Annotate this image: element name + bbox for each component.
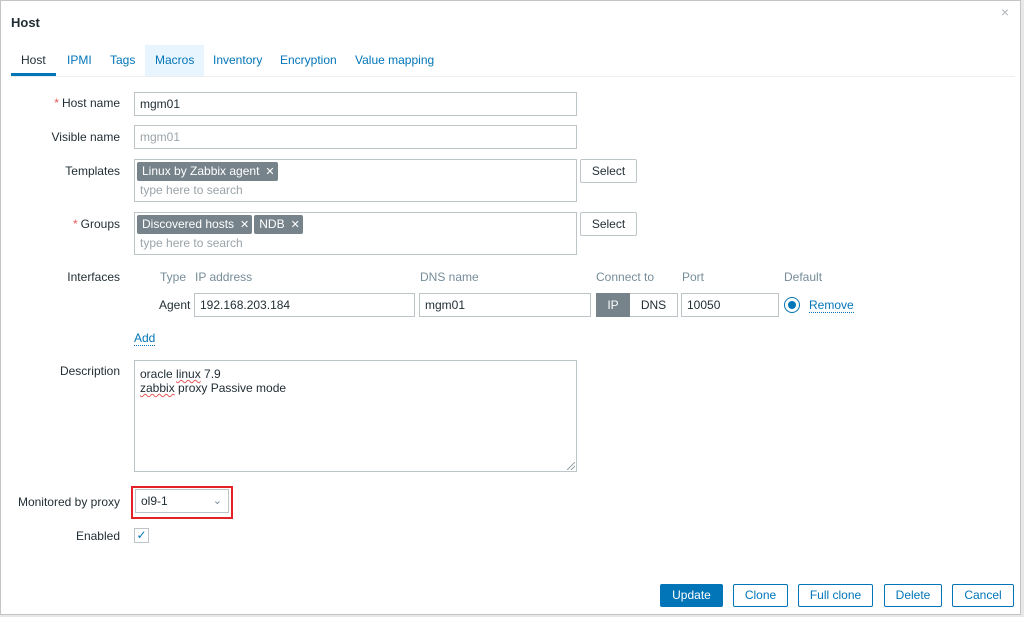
- host-name-input[interactable]: mgm01: [134, 92, 577, 116]
- col-connect-to: Connect to: [596, 270, 655, 284]
- tab-encryption[interactable]: Encryption: [270, 45, 347, 76]
- remove-interface-link[interactable]: Remove: [809, 298, 854, 313]
- templates-label: Templates: [65, 164, 120, 178]
- close-icon[interactable]: ×: [998, 5, 1012, 19]
- visible-name-input[interactable]: mgm01: [134, 125, 577, 149]
- connect-to-toggle: IP DNS: [596, 293, 678, 317]
- template-chip: Linux by Zabbix agent ✕: [137, 162, 278, 181]
- interface-ip-input[interactable]: 192.168.203.184: [194, 293, 415, 317]
- groups-select-button[interactable]: Select: [580, 212, 637, 236]
- interface-port-input[interactable]: 10050: [681, 293, 779, 317]
- cancel-button[interactable]: Cancel: [952, 584, 1014, 607]
- description-line-1: oracle linux 7.9: [140, 367, 221, 381]
- default-interface-radio[interactable]: [784, 297, 800, 313]
- enabled-label: Enabled: [75, 529, 120, 543]
- tab-tags[interactable]: Tags: [100, 45, 145, 76]
- groups-label: * Groups: [72, 217, 120, 231]
- connect-ip-button[interactable]: IP: [596, 293, 630, 317]
- tab-value-mapping[interactable]: Value mapping: [345, 45, 444, 76]
- host-dialog: Host × Host IPMI Tags Macros Inventory E…: [0, 0, 1021, 615]
- proxy-label: Monitored by proxy: [17, 495, 120, 509]
- group-chip: Discovered hosts ✕: [137, 215, 253, 235]
- connect-dns-button[interactable]: DNS: [630, 293, 678, 317]
- tab-ipmi[interactable]: IPMI: [57, 45, 102, 76]
- description-line-2: zabbix proxy Passive mode: [140, 381, 287, 395]
- tab-bar: Host IPMI Tags Macros Inventory Encrypti…: [11, 45, 1015, 77]
- add-interface-link[interactable]: Add: [134, 331, 156, 346]
- full-clone-button[interactable]: Full clone: [798, 584, 873, 607]
- remove-chip-icon[interactable]: ✕: [291, 216, 300, 235]
- interface-type: Agent: [159, 298, 191, 312]
- templates-search-input[interactable]: type here to search: [140, 183, 243, 197]
- col-port: Port: [682, 270, 705, 284]
- chevron-down-icon: ⌄: [212, 495, 222, 507]
- description-textarea[interactable]: oracle linux 7.9 zabbix proxy Passive mo…: [134, 360, 577, 472]
- update-button[interactable]: Update: [660, 584, 723, 607]
- delete-button[interactable]: Delete: [884, 584, 942, 607]
- interfaces-label: Interfaces: [67, 270, 120, 284]
- proxy-select[interactable]: ol9-1 ⌄: [135, 489, 229, 513]
- col-type: Type: [160, 270, 187, 284]
- interface-dns-input[interactable]: mgm01: [419, 293, 591, 317]
- description-label: Description: [59, 364, 120, 378]
- clone-button[interactable]: Clone: [733, 584, 788, 607]
- required-mark: *: [72, 217, 78, 231]
- tab-inventory[interactable]: Inventory: [203, 45, 272, 76]
- templates-multiselect[interactable]: Linux by Zabbix agent ✕ type here to sear…: [134, 159, 577, 202]
- host-name-label: * Host name: [54, 96, 120, 110]
- group-chip: NDB ✕: [254, 215, 303, 234]
- templates-select-button[interactable]: Select: [580, 159, 637, 183]
- tab-host[interactable]: Host: [11, 45, 56, 76]
- remove-chip-icon[interactable]: ✕: [265, 163, 274, 182]
- groups-chips: Discovered hosts ✕ NDB ✕: [137, 215, 305, 234]
- groups-multiselect[interactable]: Discovered hosts ✕ NDB ✕ type here to searc…: [134, 212, 577, 255]
- groups-search-input[interactable]: type here to search: [140, 236, 243, 250]
- dialog-title: Host: [11, 15, 40, 30]
- tab-macros[interactable]: Macros: [145, 45, 205, 76]
- col-dns-name: DNS name: [420, 270, 479, 284]
- col-default: Default: [784, 270, 823, 284]
- templates-chips: Linux by Zabbix agent ✕: [137, 162, 280, 181]
- visible-name-label: Visible name: [51, 130, 120, 144]
- required-mark: *: [54, 96, 59, 110]
- enabled-checkbox[interactable]: ✓: [134, 528, 149, 543]
- col-ip-address: IP address: [195, 270, 253, 284]
- resize-grip-icon[interactable]: [567, 462, 575, 470]
- remove-chip-icon[interactable]: ✕: [240, 216, 249, 235]
